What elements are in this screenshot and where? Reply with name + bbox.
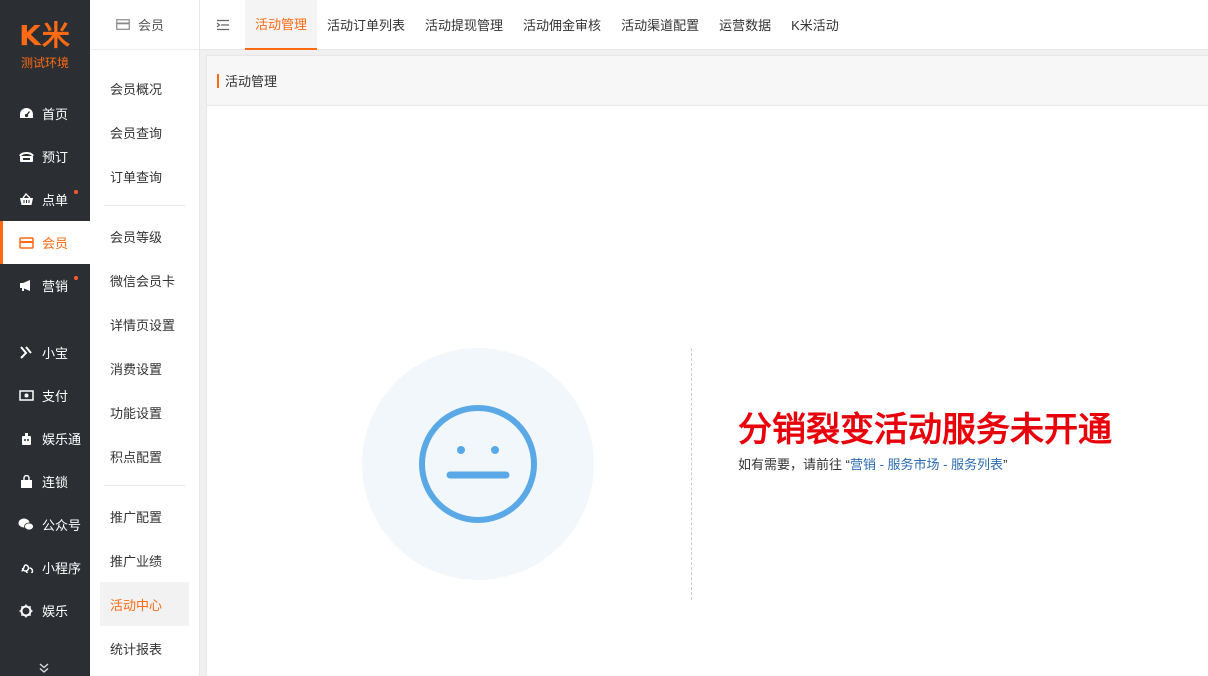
sidebar-label-entertainment: 娱乐 (42, 604, 69, 619)
sidebar-item-xiaobao[interactable]: 小宝 (0, 331, 90, 374)
sidebar-label-booking: 预订 (42, 150, 69, 165)
sidebar-item-booking[interactable]: 预订 (0, 135, 90, 178)
submenu-item-activity-center[interactable]: 活动中心 (100, 582, 189, 626)
member-submenu: 会员 会员概况 会员查询 订单查询 会员等级 微信会员卡 详情页设置 消费设置 … (90, 0, 200, 676)
sidebar-label-mini-program: 小程序 (42, 561, 82, 576)
submenu-item-wechat-card[interactable]: 微信会员卡 (100, 258, 189, 302)
sidebar-item-entertainment[interactable]: 娱乐 (0, 589, 90, 632)
brand-logo[interactable]: K米 测试环境 (0, 0, 90, 92)
main-sidebar: K米 测试环境 首页 预订 点单 会员 营销 小宝 支付 娱乐通 连锁 公众号 … (0, 0, 90, 676)
expand-sidebar-button[interactable] (37, 661, 51, 676)
sidebar-item-mini-program[interactable]: 小程序 (0, 546, 90, 589)
sidebar-item-home[interactable]: 首页 (0, 92, 90, 135)
hint-prefix: 如有需要，请前往 “ (738, 457, 850, 472)
megaphone-icon (18, 278, 34, 294)
neutral-face-icon (419, 405, 537, 523)
dashed-divider (691, 348, 692, 600)
sidebar-item-member[interactable]: 会员 (0, 221, 90, 264)
submenu-item-statistics-report[interactable]: 统计报表 (100, 626, 189, 670)
hint-suffix: ” (1003, 457, 1008, 472)
service-notice: 分销裂变活动服务未开通 如有需要，请前往 “营销 - 服务市场 - 服务列表” (738, 408, 1112, 473)
sidebar-label-marketing: 营销 (42, 279, 69, 294)
activity-panel: 活动管理 分销裂变活动服务未开通 如有需要，请前往 “营销 - 服务市场 - 服… (206, 55, 1208, 676)
wechat-icon (18, 517, 34, 533)
top-tab-bar: 活动管理 活动订单列表 活动提现管理 活动佣金审核 活动渠道配置 运营数据 K米… (200, 0, 1208, 50)
submenu-item-member-search[interactable]: 会员查询 (100, 110, 189, 154)
submenu-item-order-search[interactable]: 订单查询 (100, 154, 189, 198)
double-chevron-down-icon (39, 663, 49, 673)
sidebar-item-chain[interactable]: 连锁 (0, 460, 90, 503)
environment-label: 测试环境 (20, 56, 69, 70)
sidebar-item-order[interactable]: 点单 (0, 178, 90, 221)
submenu-item-detail-settings[interactable]: 详情页设置 (100, 302, 189, 346)
sidebar-item-official-account[interactable]: 公众号 (0, 503, 90, 546)
gear-icon (18, 603, 34, 619)
submenu-item-promotion-config[interactable]: 推广配置 (100, 494, 189, 538)
sidebar-label-order: 点单 (42, 193, 69, 208)
panel-header: 活动管理 (207, 56, 1208, 106)
sidebar-label-member: 会员 (42, 236, 69, 251)
sidebar-label-chain: 连锁 (42, 475, 69, 490)
sidebar-label-entertainment-link: 娱乐通 (42, 432, 82, 447)
submenu-divider (104, 485, 185, 486)
robot-icon (18, 431, 34, 447)
notification-dot (74, 190, 78, 194)
miniprogram-icon (18, 560, 34, 576)
money-icon (18, 388, 34, 404)
service-list-link[interactable]: 营销 - 服务市场 - 服务列表 (850, 457, 1003, 472)
panel-title: 活动管理 (225, 74, 278, 89)
sidebar-label-xiaobao: 小宝 (42, 346, 69, 361)
notification-dot (74, 276, 78, 280)
empty-state-illustration (362, 348, 594, 580)
submenu-divider (104, 205, 185, 206)
card-icon (116, 19, 130, 30)
service-not-enabled-title: 分销裂变活动服务未开通 (738, 411, 1112, 449)
bag-icon (18, 474, 34, 490)
phone-icon (18, 149, 34, 165)
tab-activity-withdrawals[interactable]: 活动提现管理 (415, 0, 513, 50)
sidebar-item-entertainment-link[interactable]: 娱乐通 (0, 417, 90, 460)
submenu-header: 会员 (90, 0, 199, 50)
submenu-item-points-config[interactable]: 积点配置 (100, 434, 189, 478)
card-icon (18, 235, 34, 251)
header-accent-bar (217, 73, 219, 88)
submenu-item-consumption-settings[interactable]: 消费设置 (100, 346, 189, 390)
tab-kmi-activity[interactable]: K米活动 (781, 0, 849, 50)
tab-activity-orders[interactable]: 活动订单列表 (317, 0, 415, 50)
dashboard-icon (18, 106, 34, 122)
basket-icon (18, 192, 34, 208)
menu-fold-icon (216, 19, 229, 30)
tab-channel-config[interactable]: 活动渠道配置 (611, 0, 709, 50)
sidebar-label-official-account: 公众号 (42, 518, 82, 533)
tab-operations-data[interactable]: 运营数据 (709, 0, 781, 50)
service-hint: 如有需要，请前往 “营销 - 服务市场 - 服务列表” (738, 454, 1112, 473)
xiaobao-icon (18, 345, 34, 361)
submenu-title: 会员 (138, 18, 165, 33)
tab-activity-management[interactable]: 活动管理 (245, 0, 318, 50)
tab-commission-review[interactable]: 活动佣金审核 (513, 0, 611, 50)
sidebar-item-payment[interactable]: 支付 (0, 374, 90, 417)
sidebar-label-payment: 支付 (42, 389, 69, 404)
submenu-item-member-level[interactable]: 会员等级 (100, 214, 189, 258)
sidebar-item-marketing[interactable]: 营销 (0, 264, 90, 307)
submenu-item-promotion-performance[interactable]: 推广业绩 (100, 538, 189, 582)
sidebar-label-home: 首页 (42, 107, 69, 122)
logo-text: K米 (19, 19, 71, 52)
submenu-item-member-overview[interactable]: 会员概况 (100, 66, 189, 110)
submenu-item-function-settings[interactable]: 功能设置 (100, 390, 189, 434)
collapse-menu-button[interactable] (200, 0, 245, 50)
